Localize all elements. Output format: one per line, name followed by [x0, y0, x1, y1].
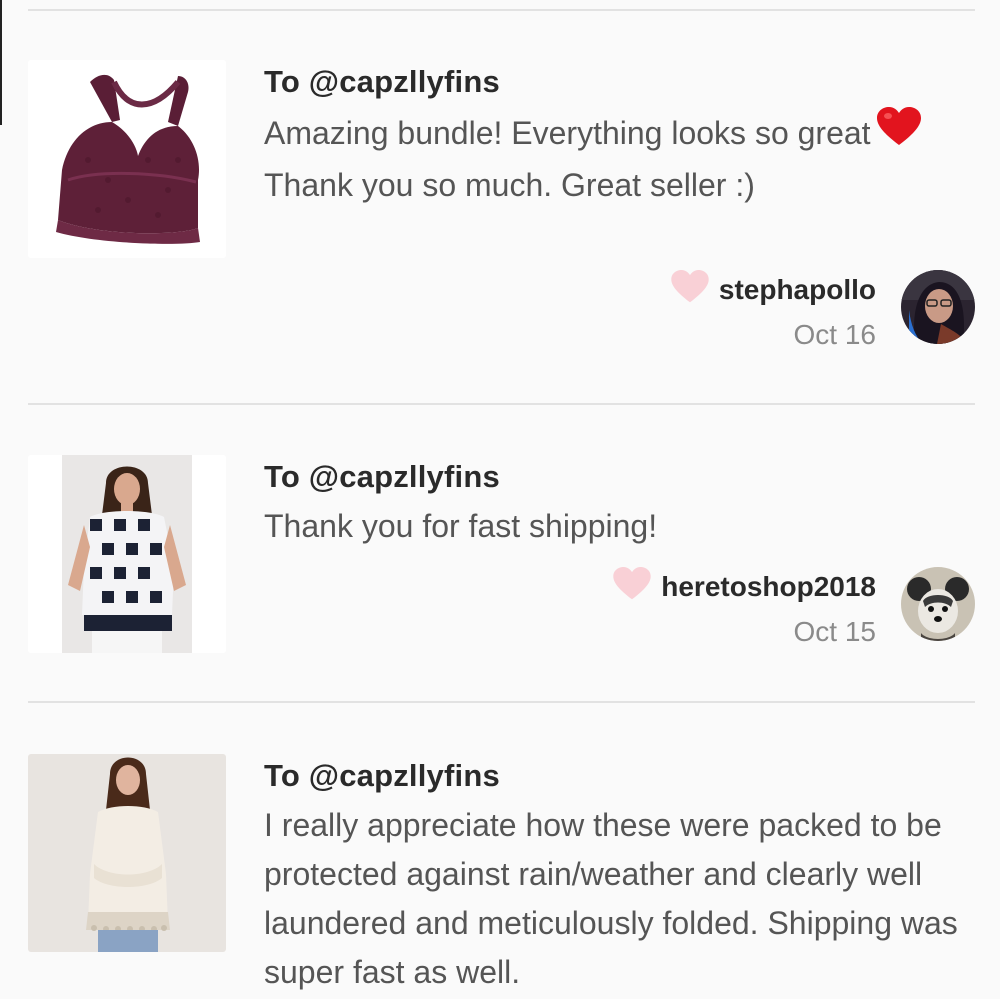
divider — [28, 9, 975, 11]
review-meta: stephapollo Oct 16 — [671, 270, 876, 351]
listing-thumbnail[interactable] — [28, 60, 226, 258]
review-message: Thank you for fast shipping! — [264, 508, 658, 544]
recipient-label: To @capzllyfins — [264, 758, 500, 793]
review-meta: heretoshop2018 Oct 15 — [613, 567, 876, 648]
review-date: Oct 15 — [793, 616, 876, 647]
avatar[interactable] — [901, 567, 975, 641]
reviewer-username[interactable]: heretoshop2018 — [661, 571, 876, 603]
listing-thumbnail[interactable] — [28, 754, 226, 952]
review-date: Oct 16 — [793, 319, 876, 350]
listing-thumbnail[interactable] — [28, 455, 226, 653]
review-message-part: Thank you so much. Great seller :) — [264, 167, 755, 203]
divider — [28, 403, 975, 405]
avatar[interactable] — [901, 270, 975, 344]
scrollbar-edge — [0, 0, 2, 125]
reviewer-username[interactable]: stephapollo — [719, 274, 876, 306]
recipient-label: To @capzllyfins — [264, 459, 500, 494]
red-heart-icon — [876, 107, 921, 161]
review-message-part: Amazing bundle! Everything looks so grea… — [264, 115, 871, 151]
recipient-label: To @capzllyfins — [264, 64, 500, 99]
review-message: Amazing bundle! Everything looks so grea… — [264, 107, 972, 210]
divider — [28, 701, 975, 703]
review-message: I really appreciate how these were packe… — [264, 807, 958, 990]
heart-icon[interactable] — [671, 270, 709, 309]
heart-icon[interactable] — [613, 567, 651, 606]
